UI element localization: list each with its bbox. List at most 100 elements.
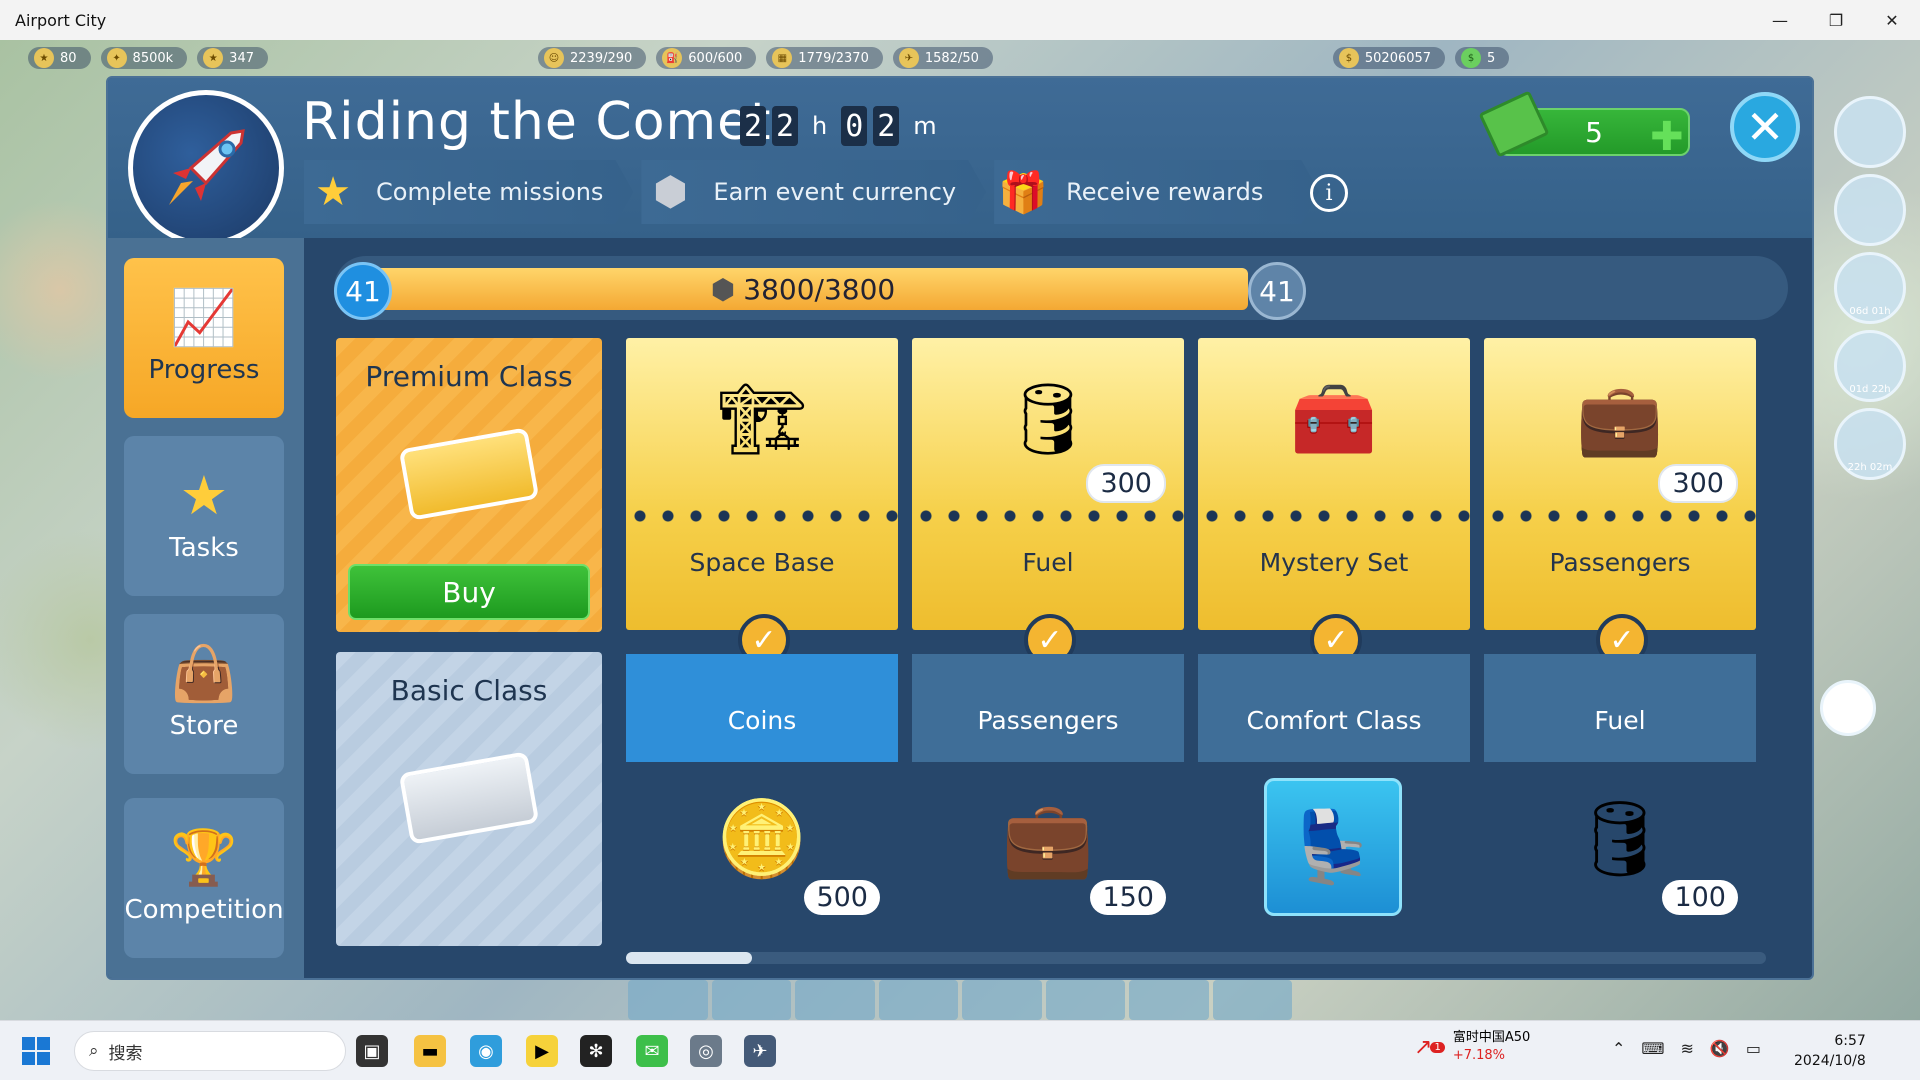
coins-icon: 🪙 [715, 796, 809, 882]
fuel-icon: ⛽ [662, 48, 683, 68]
toolbar-button[interactable] [795, 980, 875, 1020]
close-window-icon[interactable]: ✕ [1864, 0, 1920, 40]
resource-value: 600/600 [688, 50, 743, 66]
add-cash-icon[interactable]: ✚ [1650, 114, 1684, 160]
resource-passengers[interactable]: ☺ 2239/290 [538, 47, 647, 69]
side-widget-app-icon[interactable] [1820, 680, 1876, 736]
gift-icon: 🎁 [998, 169, 1049, 216]
resource-coins[interactable]: $50206057 [1332, 47, 1446, 69]
battery-icon[interactable]: ▭ [1746, 1039, 1761, 1058]
premium-reward[interactable]: 🛢 300 Fuel [912, 338, 1184, 630]
nav-competition[interactable]: 🏆 Competition [124, 798, 284, 958]
widget-timer: 06d 01h [1849, 306, 1891, 317]
suitcase-icon: 💼 [1576, 378, 1664, 460]
silver-ticket-icon [398, 751, 540, 845]
nav-store[interactable]: 👜 Store [124, 614, 284, 774]
basic-reward[interactable]: Passengers [912, 654, 1184, 762]
side-widget-control-tower[interactable] [1834, 96, 1906, 168]
airport-city-taskbar-icon[interactable]: ✈ [744, 1035, 776, 1067]
toolbar-button[interactable] [1045, 980, 1125, 1020]
chevron-up-icon[interactable]: ⌃ [1612, 1039, 1625, 1058]
system-tray: ⌃ ⌨ ≋ 🔇 ▭ [1612, 1039, 1761, 1058]
toolbar-button[interactable] [1129, 980, 1209, 1020]
resource-cash[interactable]: $5 [1455, 47, 1510, 69]
side-widget-event-1[interactable]: 06d 01h [1834, 252, 1906, 324]
buy-button[interactable]: Buy [348, 564, 590, 620]
taskbar-clock[interactable]: 6:57 2024/10/8 [1794, 1031, 1866, 1071]
basic-reward[interactable]: Coins [626, 654, 898, 762]
camera-icon[interactable]: ◎ [690, 1035, 722, 1067]
basic-reward-item[interactable]: 💺 [1198, 778, 1470, 938]
info-button[interactable]: i [1310, 174, 1348, 212]
task-view-icon[interactable]: ▣ [356, 1035, 388, 1067]
star-icon: ★ [203, 48, 224, 68]
toolbar-button[interactable] [711, 980, 791, 1020]
keyboard-icon[interactable]: ⌨ [1641, 1039, 1664, 1058]
basic-reward[interactable]: Comfort Class [1198, 654, 1470, 762]
resource-value: 2239/290 [570, 50, 633, 66]
basic-reward-item[interactable]: 🪙 500 [626, 778, 898, 938]
rocket-icon [169, 129, 245, 205]
nav-progress[interactable]: 📈 Progress [124, 258, 284, 418]
window-title: Airport City [15, 10, 107, 30]
progress-content: ⬢ 3800/3800 41 41 Premium Class Buy Basi… [304, 238, 1812, 978]
next-level-badge: 41 [1248, 262, 1306, 320]
step-label: Receive rewards [1066, 178, 1264, 206]
reward-column: 🧰 Mystery Set ✓ Comfort Class 💺 [1198, 338, 1470, 946]
resource-buildings[interactable]: ▦ 1779/2370 [766, 47, 883, 69]
resource-value: 1779/2370 [798, 50, 869, 66]
reward-column: 🛢 300 Fuel ✓ Passengers 💼 150 [912, 338, 1184, 946]
toolbar-button[interactable] [878, 980, 958, 1020]
reward-qty: 300 [1086, 464, 1166, 503]
nav-tasks[interactable]: ★ Tasks [124, 436, 284, 596]
rocket-logo-icon [128, 90, 284, 246]
volume-muted-icon[interactable]: 🔇 [1710, 1039, 1730, 1058]
current-level-badge: 41 [334, 262, 392, 320]
basic-reward-name: Coins [727, 706, 797, 735]
premium-reward[interactable]: 🧰 Mystery Set [1198, 338, 1470, 630]
resource-stars[interactable]: ★ 347 [197, 47, 268, 69]
reward-qty: 300 [1658, 464, 1738, 503]
toolbar-button[interactable] [628, 980, 708, 1020]
windows-start-icon[interactable] [22, 1037, 50, 1065]
stock-name: 富时中国A50 [1452, 1030, 1531, 1045]
taskbar-search[interactable]: ⌕ 搜索 [74, 1031, 346, 1071]
resource-value: 8500k [132, 50, 174, 66]
step-label: Earn event currency [713, 178, 957, 206]
progress-value: 3800/3800 [743, 272, 896, 306]
horizontal-scrollbar[interactable] [626, 952, 1766, 964]
toolbar-button[interactable] [962, 980, 1042, 1020]
premium-class-label: Premium Class [365, 360, 573, 393]
app-icon[interactable]: ✻ [580, 1035, 612, 1067]
resource-cargo[interactable]: ✈ 1582/50 [892, 47, 993, 69]
wifi-icon[interactable]: ≋ [1681, 1039, 1694, 1058]
minimize-icon[interactable]: — [1752, 0, 1808, 40]
file-explorer-icon[interactable]: ▬ [414, 1035, 446, 1067]
basic-reward-item[interactable]: 🛢 100 [1484, 778, 1756, 938]
restore-icon[interactable]: ❐ [1808, 0, 1864, 40]
toolbar-button[interactable] [1212, 980, 1292, 1020]
track-dots [626, 510, 898, 522]
wechat-icon[interactable]: ✉ [636, 1035, 668, 1067]
close-button[interactable]: ✕ [1730, 92, 1800, 162]
basic-reward-item[interactable]: 💼 150 [912, 778, 1184, 938]
premium-reward[interactable]: 🏗 Space Base [626, 338, 898, 630]
stock-widget[interactable]: ↗ 1 富时中国A50 +7.18% [1414, 1029, 1530, 1065]
premium-reward[interactable]: 💼 300 Passengers [1484, 338, 1756, 630]
basic-reward[interactable]: Fuel [1484, 654, 1756, 762]
resource-level[interactable]: ★ 80 [28, 47, 91, 69]
reward-qty: 150 [1090, 880, 1166, 915]
premium-class-track: Premium Class Buy [336, 338, 602, 632]
resource-fuel[interactable]: ⛽ 600/600 [656, 47, 757, 69]
step-earn-currency: ⬢ Earn event currency [641, 160, 986, 224]
nav-label: Progress [148, 355, 260, 385]
edge-browser-icon[interactable]: ◉ [470, 1035, 502, 1067]
side-widget-radar[interactable] [1834, 174, 1906, 246]
side-widget-event-2[interactable]: 01d 22h [1834, 330, 1906, 402]
cash-value: 5 [1585, 115, 1603, 149]
scrollbar-thumb[interactable] [626, 952, 752, 964]
resource-xp[interactable]: ✦ 8500k [100, 47, 188, 69]
seat-icon: 💺 [1264, 778, 1402, 916]
player-app-icon[interactable]: ▶ [526, 1035, 558, 1067]
side-widget-event-3[interactable]: 22h 02m [1834, 408, 1906, 480]
